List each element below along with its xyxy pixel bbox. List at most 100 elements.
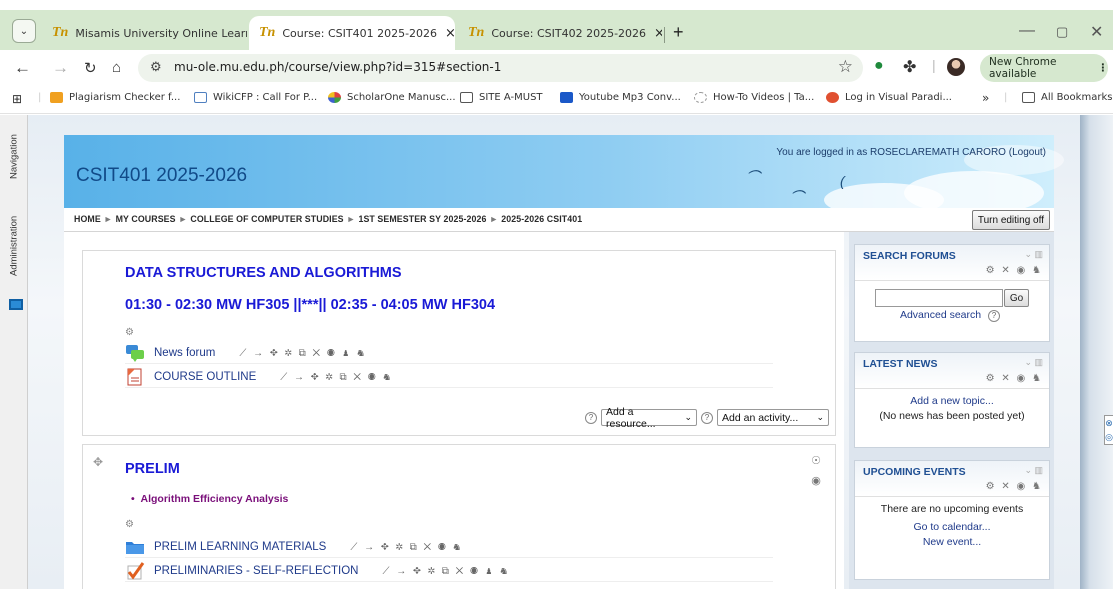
- block-header: SEARCH FORUMS ⌄ ▥ ⚙ ✕ ◉ ♞: [855, 245, 1049, 281]
- help-icon[interactable]: ?: [585, 411, 597, 424]
- block-tools-icon[interactable]: ⚙ ✕ ◉ ♞: [986, 481, 1043, 492]
- block-tools-icon[interactable]: ⚙ ✕ ◉ ♞: [986, 373, 1043, 384]
- advanced-search-link[interactable]: Advanced search: [900, 309, 981, 321]
- activity-course-outline[interactable]: COURSE OUTLINE ⟋ → ✥ ✲ ⧉ ✕ ◉ ♞: [125, 367, 773, 388]
- home-icon[interactable]: ⌂: [112, 59, 121, 76]
- toolbar-divider: |: [932, 57, 936, 73]
- activity-name[interactable]: COURSE OUTLINE: [154, 371, 256, 383]
- move-icon[interactable]: ✥: [93, 455, 103, 469]
- activity-news-forum[interactable]: News forum ⟋ → ✥ ✲ ⧉ ✕ ◉ ♟ ♞: [125, 343, 773, 364]
- tab-title: Course: CSIT401 2025-2026: [282, 26, 438, 40]
- reload-icon[interactable]: ↻: [84, 59, 97, 77]
- block-body: There are no upcoming events Go to calen…: [855, 497, 1049, 557]
- tab-close-icon[interactable]: ×: [437, 26, 455, 41]
- bookmark-youtube-mp3[interactable]: Youtube Mp3 Conv...: [560, 92, 681, 103]
- block-tools-icon[interactable]: ⚙ ✕ ◉ ♞: [986, 265, 1043, 276]
- visibility-eye-icon[interactable]: ◉: [811, 471, 821, 491]
- folder-icon: [1022, 92, 1035, 103]
- tab-misamis-university[interactable]: Tn Misamis University Online Learn ×: [42, 16, 247, 50]
- go-button[interactable]: Go: [1003, 289, 1030, 307]
- window-close-icon[interactable]: ✕: [1090, 22, 1103, 42]
- minimize-icon[interactable]: —: [1019, 22, 1035, 40]
- activity-prelim-materials[interactable]: PRELIM LEARNING MATERIALS ⟋ → ✥ ✲ ⧉ ✕ ◉ …: [125, 537, 773, 558]
- tab-title: Misamis University Online Learn: [75, 26, 247, 40]
- block-collapse-icon[interactable]: ⌄ ▥: [1024, 465, 1043, 476]
- profile-avatar[interactable]: [947, 58, 965, 76]
- bookmarks-divider: |: [1004, 92, 1008, 103]
- breadcrumb-course[interactable]: 2025-2026 CSIT401: [501, 214, 582, 224]
- block-body: Add a new topic... (No news has been pos…: [855, 389, 1049, 428]
- block-title: UPCOMING EVENTS: [863, 466, 966, 478]
- back-arrow-icon[interactable]: ←: [14, 58, 31, 78]
- bookmark-visual-paradigm[interactable]: Log in Visual Paradi...: [826, 92, 952, 103]
- chevron-down-icon: ⌄: [684, 412, 692, 422]
- add-resource-select[interactable]: Add a resource... ⌄: [601, 406, 697, 430]
- activity-edit-tools-icon[interactable]: ⟋ → ✥ ✲ ⧉ ✕ ◉ ♟ ♞: [239, 348, 366, 359]
- dock-navigation-tab[interactable]: Navigation: [2, 121, 26, 193]
- search-forums-input[interactable]: [874, 289, 1003, 307]
- page-content: Navigation Administration ⌒ ⌒ ( CSIT401 …: [0, 115, 1113, 589]
- tab-divider: [664, 27, 665, 43]
- breadcrumb-my-courses[interactable]: MY COURSES: [116, 214, 176, 224]
- scholarone-favicon-icon: [328, 92, 341, 103]
- block-latest-news: LATEST NEWS ⌄ ▥ ⚙ ✕ ◉ ♞ Add a new topic.…: [854, 352, 1050, 448]
- dock-toggle-icon[interactable]: [9, 299, 23, 310]
- block-search-forums: SEARCH FORUMS ⌄ ▥ ⚙ ✕ ◉ ♞ Go Advanced se…: [854, 244, 1050, 342]
- activity-edit-tools-icon[interactable]: ⟋ → ✥ ✲ ⧉ ✕ ◉ ♟ ♞: [382, 566, 509, 577]
- moodle-page: ⌒ ⌒ ( CSIT401 2025-2026 You are logged i…: [28, 115, 1113, 589]
- section-title: DATA STRUCTURES AND ALGORITHMS: [125, 265, 402, 281]
- extensions-puzzle-icon[interactable]: ✤: [903, 57, 916, 77]
- activity-name[interactable]: PRELIM LEARNING MATERIALS: [154, 541, 326, 553]
- section-title: PRELIM: [125, 461, 180, 477]
- activity-edit-tools-icon[interactable]: ⟋ → ✥ ✲ ⧉ ✕ ◉ ♞: [350, 542, 462, 553]
- all-bookmarks[interactable]: All Bookmarks: [1022, 92, 1112, 103]
- bookmark-site-a-must[interactable]: SITE A-MUST: [460, 92, 543, 103]
- section-schedule: 01:30 - 02:30 MW HF305 ||***|| 02:35 - 0…: [125, 297, 496, 313]
- dock-administration-tab[interactable]: Administration: [2, 203, 26, 289]
- tab-course-csit401[interactable]: Tn Course: CSIT401 2025-2026 ×: [249, 16, 455, 50]
- add-activity-select[interactable]: Add an activity... ⌄: [717, 409, 829, 426]
- breadcrumb-semester[interactable]: 1ST SEMESTER SY 2025-2026: [358, 214, 486, 224]
- bookmarks-overflow-icon[interactable]: »: [982, 91, 989, 105]
- new-event-link[interactable]: New event...: [861, 536, 1043, 548]
- tab-close-icon[interactable]: ×: [646, 26, 662, 41]
- tab-course-csit402[interactable]: Tn Course: CSIT402 2025-2026 ×: [458, 16, 662, 50]
- edit-summary-gear-icon[interactable]: ⚙: [125, 327, 134, 338]
- new-tab-button[interactable]: +: [673, 22, 684, 43]
- toolbar: ← → ↻ ⌂ ⚙ mu-ole.mu.edu.ph/course/view.p…: [0, 50, 1113, 86]
- block-collapse-icon[interactable]: ⌄ ▥: [1024, 357, 1043, 368]
- breadcrumb-home[interactable]: HOME: [74, 214, 101, 224]
- tab-search-chevron-icon[interactable]: ⌄: [12, 19, 36, 43]
- add-new-topic-link[interactable]: Add a new topic...: [861, 395, 1043, 407]
- forward-arrow-icon[interactable]: →: [52, 58, 69, 78]
- activity-name[interactable]: PRELIMINARIES - SELF-REFLECTION: [154, 565, 358, 577]
- help-icon[interactable]: ?: [701, 411, 713, 424]
- edit-summary-gear-icon[interactable]: ⚙: [125, 519, 134, 530]
- bookmark-scholarone[interactable]: ScholarOne Manusc...: [328, 92, 456, 103]
- restore-icon[interactable]: ▢: [1056, 24, 1068, 40]
- logout-link[interactable]: (Logout): [1009, 147, 1046, 158]
- overlay-widget-icon[interactable]: ⊗ ◎: [1104, 415, 1113, 445]
- turn-editing-off-button[interactable]: Turn editing off: [971, 210, 1050, 230]
- bookmark-how-to-videos[interactable]: How-To Videos | Ta...: [694, 92, 814, 103]
- block-collapse-icon[interactable]: ⌄ ▥: [1024, 249, 1043, 260]
- bookmarks-bar: ⊞ | Plagiarism Checker f... WikiCFP : Ca…: [0, 86, 1113, 114]
- url-text: mu-ole.mu.edu.ph/course/view.php?id=315#…: [174, 60, 502, 74]
- bookmark-plagiarism-checker[interactable]: Plagiarism Checker f...: [50, 92, 180, 103]
- extension-green-icon[interactable]: ●: [874, 57, 884, 75]
- activity-edit-tools-icon[interactable]: ⟋ → ✥ ✲ ⧉ ✕ ◉ ♞: [280, 372, 392, 383]
- kebab-menu-icon[interactable]: ⋮: [1098, 62, 1109, 74]
- new-chrome-available-button[interactable]: New Chrome available ⋮: [980, 54, 1108, 82]
- dock-sidebar: Navigation Administration: [0, 115, 28, 589]
- highlight-bulb-icon[interactable]: ☉: [811, 451, 821, 471]
- address-bar[interactable]: ⚙ mu-ole.mu.edu.ph/course/view.php?id=31…: [138, 54, 863, 82]
- go-to-calendar-link[interactable]: Go to calendar...: [861, 521, 1043, 533]
- site-info-icon[interactable]: ⚙: [150, 59, 162, 75]
- apps-grid-icon[interactable]: ⊞: [12, 92, 22, 106]
- bookmark-star-icon[interactable]: ☆: [838, 57, 853, 77]
- activity-self-reflection[interactable]: PRELIMINARIES - SELF-REFLECTION ⟋ → ✥ ✲ …: [125, 561, 773, 582]
- breadcrumb-college[interactable]: COLLEGE OF COMPUTER STUDIES: [190, 214, 343, 224]
- bookmark-wikicfp[interactable]: WikiCFP : Call For P...: [194, 92, 317, 103]
- help-icon[interactable]: ?: [988, 310, 1001, 322]
- activity-name[interactable]: News forum: [154, 347, 215, 359]
